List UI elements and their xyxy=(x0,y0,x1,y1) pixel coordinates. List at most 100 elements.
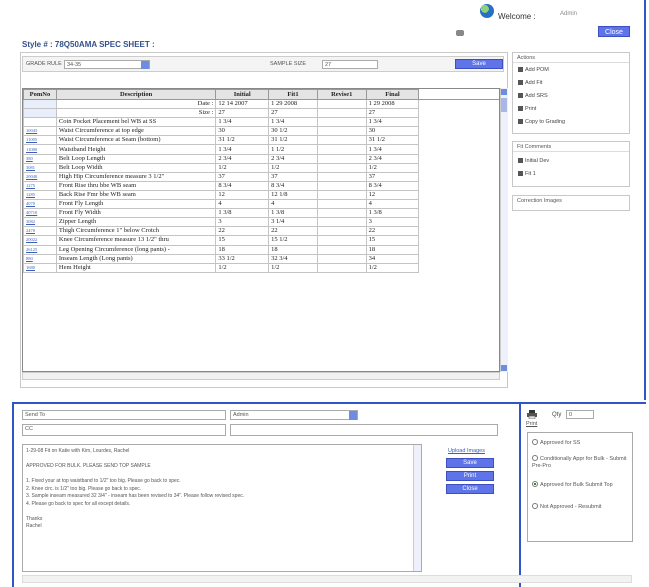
table-row[interactable]: 40710 Front Fly Width 1 3/8 1 3/8 1 3/8 xyxy=(23,208,500,219)
pom-number[interactable] xyxy=(23,117,57,128)
revise1-value xyxy=(316,117,367,128)
table-row[interactable]: 1680 Hem Height 1/2 1/2 1/2 xyxy=(23,262,500,273)
chevron-down-icon[interactable] xyxy=(141,61,149,69)
approval-option-conditional[interactable]: Conditionally Appr for Bulk - Submit Pre… xyxy=(532,455,630,470)
fit1-value: 22 xyxy=(268,226,318,237)
approval-option-bulk[interactable]: Approved for Bulk Submit Top xyxy=(532,481,630,489)
action-copy-to-grading[interactable]: Copy to Grading xyxy=(518,119,565,125)
table-row[interactable]: 880 Inseam Length (Long pants) 33 1/2 32 3/… xyxy=(23,253,500,264)
correction-images-panel[interactable]: Correction Images xyxy=(512,195,630,211)
pom-number[interactable]: 40710 xyxy=(23,208,57,219)
size-fit1: 27 xyxy=(268,108,318,119)
sample-size-input[interactable]: 27 xyxy=(322,60,378,69)
initial-value: 1 3/4 xyxy=(215,117,270,128)
pom-description: Hem Height xyxy=(55,262,217,273)
column-header-final[interactable]: Final xyxy=(365,89,420,100)
scroll-down-icon[interactable] xyxy=(501,365,507,371)
message-scrollbar[interactable] xyxy=(413,445,421,571)
table-row[interactable]: 1275 Front Rise thru bbe WB seam 8 3/4 8 3/… xyxy=(23,180,500,191)
action-add-srs[interactable]: Add SRS xyxy=(518,93,548,99)
table-row[interactable]: 11080 Waistband Height 1 3/4 1 1/2 1 3/4 xyxy=(23,144,500,155)
column-header-pomno[interactable]: PomNo xyxy=(23,89,57,100)
pom-number[interactable]: 1275 xyxy=(23,180,57,191)
page-horizontal-scrollbar[interactable] xyxy=(22,575,632,583)
action-add-pom[interactable]: Add POM xyxy=(518,67,549,73)
table-row[interactable]: 26125 Leg Opening Circumference (long pan… xyxy=(23,244,500,255)
pom-number[interactable]: 20040 xyxy=(23,171,57,182)
table-horizontal-scrollbar[interactable] xyxy=(22,372,500,380)
save-message-button[interactable]: Save xyxy=(446,458,494,468)
table-row[interactable]: 380 Belt Loop Length 2 3/4 2 3/4 2 3/4 xyxy=(23,153,500,164)
scroll-thumb[interactable] xyxy=(501,98,507,112)
close-message-button[interactable]: Close xyxy=(446,484,494,494)
table-row[interactable]: 20040 High Hip Circumference measure 3 1/… xyxy=(23,171,500,182)
pom-number[interactable]: 1285 xyxy=(23,189,57,201)
fit-comment-fit1[interactable]: Fit 1 xyxy=(518,171,536,177)
pom-number[interactable]: 3082 xyxy=(23,217,57,228)
pom-number[interactable]: 11080 xyxy=(23,144,57,155)
action-add-fit[interactable]: Add Fit xyxy=(518,80,542,86)
column-header-initial[interactable]: Initial xyxy=(215,89,270,100)
table-row[interactable]: 10045 Waist Circumference at top edge 30 30… xyxy=(23,126,500,137)
printer-icon[interactable] xyxy=(527,410,537,420)
pom-number[interactable]: 11005 xyxy=(23,135,57,146)
grade-rule-select[interactable]: 34-35 xyxy=(64,60,150,69)
table-row[interactable]: 11005 Waist Circumference at Seam (bottom… xyxy=(23,135,500,146)
message-textarea[interactable]: 1-29-08 Fit on Katie with Kim, Lourdes, … xyxy=(22,444,422,572)
pom-number[interactable]: 3081 xyxy=(23,162,57,173)
qty-input[interactable]: 0 xyxy=(566,410,594,419)
printer-icon xyxy=(518,106,523,112)
pom-number[interactable]: 10045 xyxy=(23,126,57,137)
table-cell xyxy=(23,98,57,110)
table-row[interactable]: 4070 Front Fly Length 4 4 4 xyxy=(23,199,500,210)
revise1-value xyxy=(316,171,367,182)
initial-value: 4 xyxy=(215,199,270,210)
radio-selected-icon[interactable] xyxy=(532,481,538,487)
revise1-value xyxy=(316,217,367,228)
pom-number[interactable]: 1680 xyxy=(23,262,57,273)
table-row[interactable]: 3082 Zipper Length 3 3 1/4 3 xyxy=(23,217,500,228)
table-cell xyxy=(419,145,499,154)
copy-icon xyxy=(518,119,523,125)
pom-number[interactable]: 380 xyxy=(23,153,57,164)
table-row[interactable]: 2470 Thigh Circumference 1" below Crotch 2… xyxy=(23,226,500,237)
save-button[interactable]: Save xyxy=(455,59,503,69)
pom-number[interactable]: 2470 xyxy=(23,226,57,237)
column-header-fit1[interactable]: Fit1 xyxy=(268,89,318,100)
fit-comment-initial-dev[interactable]: Initial Dev xyxy=(518,158,549,164)
pom-number[interactable]: 880 xyxy=(23,253,57,264)
chevron-down-icon[interactable] xyxy=(349,411,357,420)
close-button[interactable]: Close xyxy=(598,26,630,37)
radio-icon[interactable] xyxy=(532,503,538,509)
settings-icon[interactable] xyxy=(456,30,464,36)
upload-images-link[interactable]: Upload Images xyxy=(448,448,485,454)
scroll-up-icon[interactable] xyxy=(501,89,507,95)
send-to-select[interactable]: Admin xyxy=(230,410,358,420)
pom-number[interactable]: 20022 xyxy=(23,235,57,246)
radio-icon[interactable] xyxy=(532,455,538,461)
approval-option-ss[interactable]: Approved for SS xyxy=(532,439,630,447)
table-row[interactable]: 3081 Belt Loop Width 1/2 1/2 1/2 xyxy=(23,162,500,173)
action-label: Copy to Grading xyxy=(525,119,566,125)
table-row[interactable]: 20022 Knee Circumference measure 13 1/2" … xyxy=(23,235,500,246)
cc-input[interactable] xyxy=(230,424,498,436)
column-header-description[interactable]: Description xyxy=(55,89,217,100)
action-print[interactable]: Print xyxy=(518,106,536,112)
pom-number[interactable]: 4070 xyxy=(23,199,57,210)
table-row[interactable]: Coin Pocket Placement bel WB at SS 1 3/4 1… xyxy=(23,117,500,128)
approval-option-not-approved[interactable]: Not Approved - Resubmit xyxy=(532,503,630,511)
table-row[interactable]: 1285 Back Rise Fmr bbe WB seam 12 12 1/8 12 xyxy=(23,189,500,201)
fit-comment-label: Fit 1 xyxy=(525,171,536,177)
print-message-button[interactable]: Print xyxy=(446,471,494,481)
table-scrollbar[interactable] xyxy=(500,88,508,372)
final-value: 3 xyxy=(365,217,420,228)
pom-number[interactable]: 26125 xyxy=(23,244,57,255)
print-link[interactable]: Print xyxy=(526,421,537,427)
radio-icon[interactable] xyxy=(532,439,538,445)
initial-value: 22 xyxy=(215,226,270,237)
add-icon xyxy=(518,80,523,86)
revise1-value xyxy=(316,199,367,210)
revise1-value xyxy=(316,244,367,255)
column-header-revise1[interactable]: Revise1 xyxy=(316,89,367,100)
fit1-value: 2 3/4 xyxy=(268,153,318,164)
